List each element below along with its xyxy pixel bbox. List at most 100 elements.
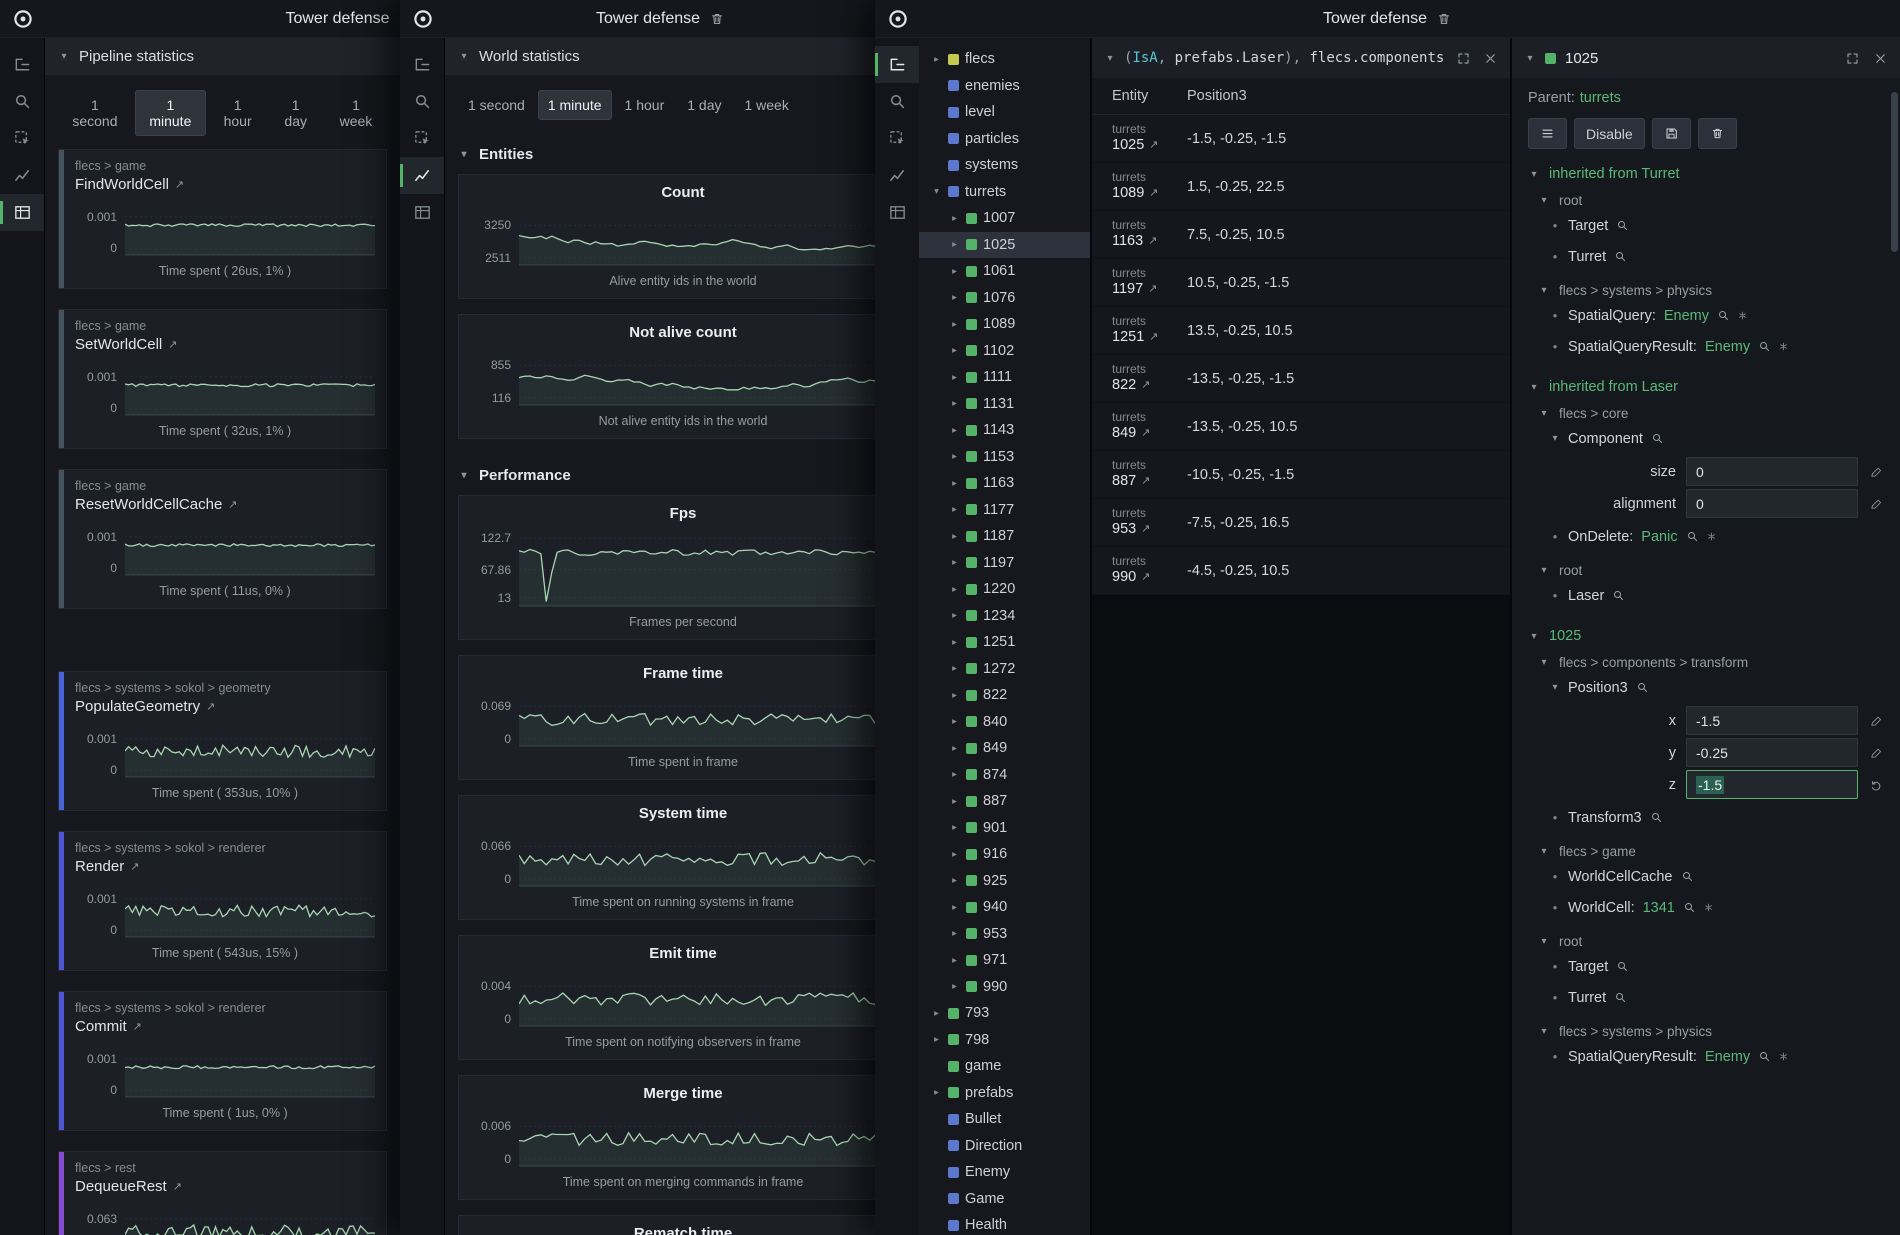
query-result-row[interactable]: turrets953↗-7.5, -0.25, 16.5 <box>1092 499 1510 547</box>
edit-icon[interactable] <box>1868 497 1884 511</box>
scrollbar-thumb[interactable] <box>1891 92 1898 252</box>
sidebar-tree-button[interactable] <box>875 46 919 83</box>
component-group-header[interactable]: ▾root <box>1528 193 1884 208</box>
component-row[interactable]: •SpatialQueryResult:Enemy <box>1528 1041 1884 1072</box>
tree-item-1089[interactable]: ▸1089 <box>919 311 1090 338</box>
search-icon[interactable] <box>1636 681 1649 694</box>
expand-icon[interactable]: ▸ <box>949 928 960 939</box>
tree-item-systems[interactable]: systems <box>919 152 1090 179</box>
entity-link[interactable]: 1163↗ <box>1112 233 1187 250</box>
edit-icon[interactable] <box>1868 714 1884 728</box>
tree-item-enemies[interactable]: enemies <box>919 73 1090 100</box>
tree-item-particles[interactable]: particles <box>919 126 1090 153</box>
stat-name-link[interactable]: FindWorldCell↗ <box>75 176 375 193</box>
sidebar-table-button[interactable] <box>400 194 444 231</box>
search-icon[interactable] <box>1758 1050 1771 1063</box>
search-icon[interactable] <box>1614 991 1627 1004</box>
field-input-z[interactable]: -1.5 <box>1686 770 1858 799</box>
search-icon[interactable] <box>1681 870 1694 883</box>
entity-cell[interactable]: turrets1251↗ <box>1092 315 1187 346</box>
expand-icon[interactable]: ▸ <box>949 849 960 860</box>
entity-cell[interactable]: turrets953↗ <box>1092 507 1187 538</box>
tree-item-840[interactable]: ▸840 <box>919 709 1090 736</box>
sidebar-search-button[interactable] <box>875 83 919 120</box>
component-row[interactable]: •Target <box>1528 951 1884 982</box>
edit-icon[interactable] <box>1868 746 1884 760</box>
query-expression[interactable]: (IsA, prefabs.Laser), flecs.components <box>1124 50 1444 66</box>
expand-icon[interactable]: ▸ <box>949 504 960 515</box>
tree-item-1177[interactable]: ▸1177 <box>919 497 1090 524</box>
tree-item-1111[interactable]: ▸1111 <box>919 364 1090 391</box>
entity-cell[interactable]: turrets1025↗ <box>1092 123 1187 154</box>
tree-item-849[interactable]: ▸849 <box>919 735 1090 762</box>
expand-icon[interactable]: ▸ <box>949 663 960 674</box>
tree-item-turrets[interactable]: ▾turrets <box>919 179 1090 206</box>
expand-icon[interactable]: ▸ <box>931 1087 942 1098</box>
tree-item-1197[interactable]: ▸1197 <box>919 550 1090 577</box>
tree-item-971[interactable]: ▸971 <box>919 947 1090 974</box>
stat-name-link[interactable]: SetWorldCell↗ <box>75 336 375 353</box>
expand-icon[interactable]: ▸ <box>949 875 960 886</box>
component-group-header[interactable]: ▾flecs > core <box>1528 406 1884 421</box>
chevron-down-icon[interactable]: ▾ <box>1528 382 1540 393</box>
expand-icon[interactable]: ▸ <box>949 902 960 913</box>
expand-icon[interactable]: ▸ <box>949 425 960 436</box>
expand-icon[interactable] <box>1456 51 1471 66</box>
tree-item-game[interactable]: game <box>919 1053 1090 1080</box>
chevron-down-icon[interactable]: ▾ <box>1538 195 1550 206</box>
expand-icon[interactable] <box>1845 51 1860 66</box>
stat-name-link[interactable]: Render↗ <box>75 858 375 875</box>
field-input-size[interactable]: 0 <box>1686 457 1858 486</box>
chevron-down-icon[interactable]: ▾ <box>1538 936 1550 947</box>
chevron-down-icon[interactable]: ▾ <box>1538 408 1550 419</box>
tree-item-940[interactable]: ▸940 <box>919 894 1090 921</box>
sidebar-inspect-button[interactable] <box>0 120 44 157</box>
component-row[interactable]: •Turret <box>1528 982 1884 1013</box>
expand-icon[interactable]: ▸ <box>949 372 960 383</box>
field-input-x[interactable]: -1.5 <box>1686 706 1858 735</box>
inspector-section-header[interactable]: ▾1025 <box>1528 628 1884 644</box>
expand-icon[interactable]: ▸ <box>949 822 960 833</box>
tree-item-990[interactable]: ▸990 <box>919 974 1090 1001</box>
component-group-header[interactable]: ▾flecs > systems > physics <box>1528 283 1884 298</box>
close-icon[interactable] <box>1873 51 1888 66</box>
expand-icon[interactable]: ▸ <box>949 557 960 568</box>
tree-item-953[interactable]: ▸953 <box>919 921 1090 948</box>
expand-icon[interactable]: ▸ <box>949 451 960 462</box>
component-row[interactable]: •SpatialQuery:Enemy <box>1528 300 1884 331</box>
sidebar-table-button[interactable] <box>875 194 919 231</box>
panel-header[interactable]: ▾ World statistics <box>445 38 921 75</box>
tree-item-1251[interactable]: ▸1251 <box>919 629 1090 656</box>
component-group-header[interactable]: ▾flecs > components > transform <box>1528 655 1884 670</box>
expand-icon[interactable]: ▸ <box>931 1034 942 1045</box>
section-header-performance[interactable]: ▾Performance <box>445 454 921 495</box>
query-result-row[interactable]: turrets1197↗10.5, -0.25, -1.5 <box>1092 259 1510 307</box>
tree-item-1102[interactable]: ▸1102 <box>919 338 1090 365</box>
chevron-down-icon[interactable]: ▾ <box>1538 1026 1550 1037</box>
delete-world-icon[interactable] <box>709 11 725 27</box>
chevron-down-icon[interactable]: ▾ <box>1550 433 1560 444</box>
entity-cell[interactable]: turrets822↗ <box>1092 363 1187 394</box>
tree-item-901[interactable]: ▸901 <box>919 815 1090 842</box>
chevron-down-icon[interactable]: ▾ <box>1538 846 1550 857</box>
field-input-alignment[interactable]: 0 <box>1686 489 1858 518</box>
expand-icon[interactable]: ▸ <box>949 690 960 701</box>
expand-icon[interactable]: ▸ <box>949 319 960 330</box>
entity-link[interactable]: 1089↗ <box>1112 185 1187 202</box>
time-range-1-day[interactable]: 1 day <box>677 90 731 120</box>
tree-item-1131[interactable]: ▸1131 <box>919 391 1090 418</box>
inspector-section-header[interactable]: ▾inherited from Laser <box>1528 379 1884 395</box>
tree-item-Health[interactable]: Health <box>919 1212 1090 1235</box>
sidebar-inspect-button[interactable] <box>875 120 919 157</box>
expand-icon[interactable]: ▸ <box>949 769 960 780</box>
stat-name-link[interactable]: ResetWorldCellCache↗ <box>75 496 375 513</box>
expand-icon[interactable]: ▸ <box>949 981 960 992</box>
entity-link[interactable]: 990↗ <box>1112 569 1187 586</box>
expand-icon[interactable]: ▸ <box>949 531 960 542</box>
query-result-row[interactable]: turrets849↗-13.5, -0.25, 10.5 <box>1092 403 1510 451</box>
query-result-row[interactable]: turrets822↗-13.5, -0.25, -1.5 <box>1092 355 1510 403</box>
search-icon[interactable] <box>1616 219 1629 232</box>
chevron-down-icon[interactable]: ▾ <box>1104 53 1116 64</box>
sidebar-chart-button[interactable] <box>0 157 44 194</box>
entity-link[interactable]: 822↗ <box>1112 377 1187 394</box>
